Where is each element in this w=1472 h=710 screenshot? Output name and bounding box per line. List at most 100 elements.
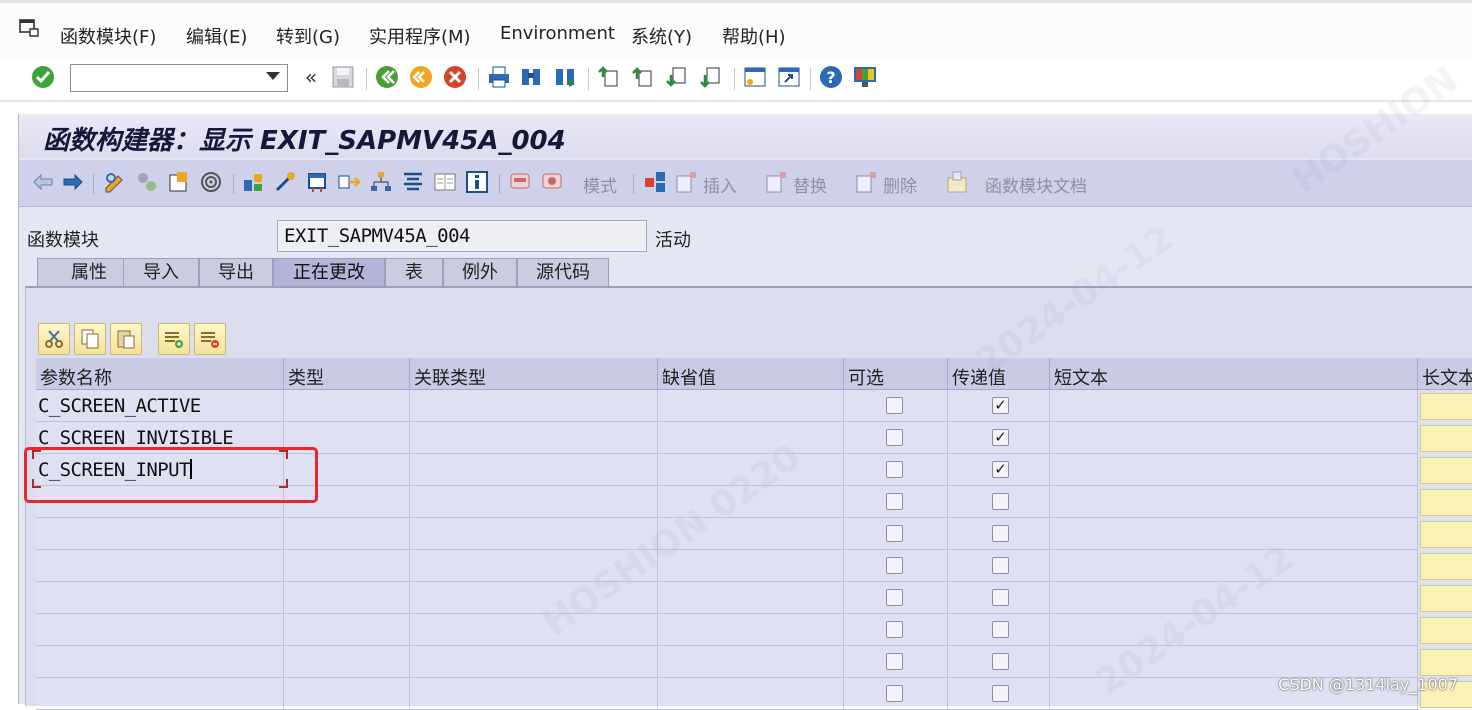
- menu-item-4[interactable]: Environment: [500, 23, 615, 44]
- short-text-cell[interactable]: [1050, 614, 1418, 646]
- activate-icon[interactable]: [199, 170, 223, 194]
- pass-value-cell[interactable]: ✓: [948, 454, 1050, 486]
- tab-3[interactable]: 正在更改: [273, 258, 385, 286]
- column-header-2[interactable]: 关联类型: [410, 358, 658, 390]
- pass-value-cell[interactable]: ✓: [948, 422, 1050, 454]
- insert-icon[interactable]: [675, 170, 699, 194]
- optional-checkbox[interactable]: [886, 653, 903, 670]
- long-text-button[interactable]: [1420, 521, 1472, 548]
- param-name-cell[interactable]: [36, 518, 284, 550]
- type-cell[interactable]: [284, 518, 410, 550]
- save-icon[interactable]: [330, 64, 356, 90]
- column-header-1[interactable]: 类型: [284, 358, 410, 390]
- default-value-cell[interactable]: [658, 486, 844, 518]
- enhancement-implementation-icon[interactable]: [541, 170, 565, 194]
- ref-type-cell[interactable]: [410, 582, 658, 614]
- optional-cell[interactable]: [844, 614, 948, 646]
- ref-type-cell[interactable]: [410, 646, 658, 678]
- tab-1[interactable]: 导入: [123, 258, 199, 286]
- display-change-icon[interactable]: [103, 170, 127, 194]
- pass-value-checkbox[interactable]: [992, 685, 1009, 702]
- column-header-3[interactable]: 缺省值: [658, 358, 844, 390]
- default-value-cell[interactable]: [658, 550, 844, 582]
- find-next-icon[interactable]: [552, 64, 578, 90]
- ref-type-cell[interactable]: [410, 614, 658, 646]
- check-icon[interactable]: [167, 170, 191, 194]
- ref-type-cell[interactable]: [410, 422, 658, 454]
- tab-2[interactable]: 导出: [199, 258, 273, 286]
- function-module-field[interactable]: EXIT_SAPMV45A_004: [277, 220, 647, 252]
- object-list-icon[interactable]: [305, 170, 329, 194]
- optional-cell[interactable]: [844, 550, 948, 582]
- find-icon[interactable]: [518, 64, 544, 90]
- window-menu-icon[interactable]: [18, 17, 40, 39]
- long-text-button[interactable]: [1420, 457, 1472, 484]
- menu-item-0[interactable]: 函数模块(F): [60, 23, 156, 49]
- pass-value-cell[interactable]: [948, 486, 1050, 518]
- optional-cell[interactable]: [844, 422, 948, 454]
- info-icon[interactable]: [465, 170, 489, 194]
- collapse-command-icon[interactable]: «: [298, 64, 324, 90]
- long-text-button[interactable]: [1420, 489, 1472, 516]
- menu-item-3[interactable]: 实用程序(M): [369, 23, 471, 49]
- column-header-4[interactable]: 可选: [844, 358, 948, 390]
- long-text-button[interactable]: [1420, 553, 1472, 580]
- ref-type-cell[interactable]: [410, 390, 658, 422]
- optional-checkbox[interactable]: [886, 685, 903, 702]
- tab-5[interactable]: 例外: [443, 258, 517, 286]
- type-cell[interactable]: [284, 678, 410, 710]
- replace-button[interactable]: 替换: [793, 172, 827, 197]
- create-session-icon[interactable]: [742, 64, 768, 90]
- column-header-0[interactable]: 参数名称: [36, 358, 284, 390]
- default-value-cell[interactable]: [658, 614, 844, 646]
- type-cell[interactable]: [284, 646, 410, 678]
- param-name-cell[interactable]: [36, 550, 284, 582]
- split-screen-icon[interactable]: [433, 170, 457, 194]
- short-text-cell[interactable]: [1050, 550, 1418, 582]
- long-text-button[interactable]: [1420, 649, 1472, 676]
- optional-cell[interactable]: [844, 518, 948, 550]
- pass-value-checkbox[interactable]: [992, 621, 1009, 638]
- column-header-7[interactable]: 长文本: [1418, 358, 1472, 390]
- delete-button[interactable]: 删除: [883, 172, 917, 197]
- function-docs-icon[interactable]: [945, 170, 969, 194]
- param-name-cell[interactable]: [36, 582, 284, 614]
- menu-item-6[interactable]: 帮助(H): [722, 23, 786, 49]
- menu-item-1[interactable]: 编辑(E): [186, 23, 247, 49]
- command-dropdown-icon[interactable]: [266, 72, 280, 80]
- column-header-6[interactable]: 短文本: [1050, 358, 1418, 390]
- optional-checkbox[interactable]: [886, 429, 903, 446]
- forward-arrow-icon[interactable]: [61, 170, 85, 194]
- optional-cell[interactable]: [844, 454, 948, 486]
- pass-value-checkbox[interactable]: ✓: [992, 397, 1009, 414]
- pass-value-cell[interactable]: ✓: [948, 390, 1050, 422]
- replace-icon[interactable]: [765, 170, 789, 194]
- print-icon[interactable]: [486, 64, 512, 90]
- optional-checkbox[interactable]: [886, 589, 903, 606]
- type-cell[interactable]: [284, 390, 410, 422]
- menu-item-2[interactable]: 转到(G): [276, 23, 340, 49]
- type-cell[interactable]: [284, 614, 410, 646]
- short-text-cell[interactable]: [1050, 454, 1418, 486]
- long-text-button[interactable]: [1420, 393, 1472, 420]
- type-cell[interactable]: [284, 582, 410, 614]
- delete-icon[interactable]: [855, 170, 879, 194]
- short-text-cell[interactable]: [1050, 518, 1418, 550]
- pass-value-checkbox[interactable]: [992, 525, 1009, 542]
- enhancement-icon[interactable]: [509, 170, 533, 194]
- optional-cell[interactable]: [844, 582, 948, 614]
- param-name-cell[interactable]: [36, 646, 284, 678]
- hierarchy-icon[interactable]: [369, 170, 393, 194]
- param-name-cell[interactable]: [36, 614, 284, 646]
- pattern-button[interactable]: 模式: [583, 172, 617, 197]
- command-field[interactable]: [70, 64, 288, 92]
- insert-button[interactable]: 插入: [703, 172, 737, 197]
- optional-cell[interactable]: [844, 390, 948, 422]
- long-text-button[interactable]: [1420, 425, 1472, 452]
- copy-icon[interactable]: [74, 323, 106, 355]
- test-icon[interactable]: [273, 170, 297, 194]
- last-page-icon[interactable]: [698, 64, 724, 90]
- pass-value-cell[interactable]: [948, 582, 1050, 614]
- ref-type-cell[interactable]: [410, 550, 658, 582]
- pass-value-cell[interactable]: [948, 678, 1050, 710]
